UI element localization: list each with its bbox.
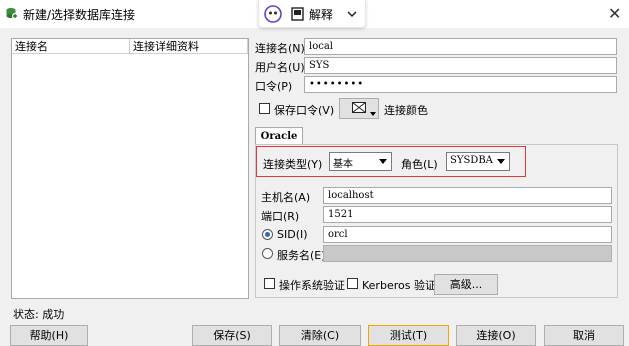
clear-button[interactable]: 清除(C) <box>279 325 361 346</box>
column-header-details[interactable]: 连接详细资料 <box>130 39 248 54</box>
save-password-label: 保存口令(V) <box>274 104 335 117</box>
user-field[interactable]: SYS <box>304 57 617 74</box>
connection-list[interactable]: 连接名 连接详细资料 <box>11 38 249 299</box>
port-field[interactable]: 1521 <box>323 206 612 223</box>
conn-type-value: 基本 <box>333 159 353 170</box>
conn-name-field[interactable]: local <box>304 38 617 55</box>
role-value: SYSDBA <box>450 155 493 166</box>
envelope-icon <box>352 102 366 113</box>
assistant-icon[interactable] <box>264 5 282 23</box>
translate-button[interactable]: 解释 <box>291 5 333 23</box>
service-field <box>323 245 612 262</box>
close-icon[interactable]: ✕ <box>608 4 621 23</box>
conn-type-select[interactable]: 基本 <box>329 152 392 171</box>
cancel-button[interactable]: 取消 <box>544 325 624 346</box>
sid-radio[interactable] <box>262 229 273 240</box>
conn-name-label: 连接名(N) <box>255 42 305 55</box>
sid-field[interactable]: orcl <box>323 226 612 243</box>
chevron-down-icon <box>379 159 387 164</box>
window-title: 新建/选择数据库连接 <box>23 8 136 22</box>
connect-button[interactable]: 连接(O) <box>456 325 536 346</box>
status-text: 状态: 成功 <box>13 308 65 321</box>
color-picker-button[interactable] <box>339 98 379 119</box>
chevron-down-icon <box>497 159 505 164</box>
translate-label: 解释 <box>309 7 334 22</box>
password-field[interactable]: •••••••• <box>304 76 617 93</box>
role-select[interactable]: SYSDBA <box>446 152 510 171</box>
floating-toolbar: 解释 <box>258 0 366 28</box>
service-label: 服务名(E) <box>277 249 326 262</box>
host-label: 主机名(A) <box>261 191 311 204</box>
port-label: 端口(R) <box>261 210 300 223</box>
chevron-down-icon[interactable] <box>347 5 357 23</box>
host-field[interactable]: localhost <box>323 187 612 204</box>
save-password-checkbox[interactable] <box>259 103 270 114</box>
dropdown-arrow-icon <box>370 112 376 116</box>
tab-oracle[interactable]: Oracle <box>255 127 303 145</box>
os-auth-checkbox[interactable] <box>264 278 275 289</box>
kerberos-label: Kerberos 验证 <box>362 279 436 292</box>
book-icon <box>291 7 304 21</box>
conn-type-label: 连接类型(Y) <box>263 158 323 171</box>
os-auth-label: 操作系统验证 <box>279 279 345 292</box>
kerberos-checkbox[interactable] <box>347 278 358 289</box>
service-radio[interactable] <box>262 248 273 259</box>
advanced-button[interactable]: 高级... <box>434 274 498 295</box>
sid-label: SID(I) <box>277 228 308 241</box>
save-button[interactable]: 保存(S) <box>192 325 272 346</box>
test-button[interactable]: 测试(T) <box>368 325 449 346</box>
help-button[interactable]: 帮助(H) <box>10 325 88 346</box>
password-label: 口令(P) <box>255 80 293 93</box>
user-label: 用户名(U) <box>255 61 305 74</box>
role-label: 角色(L) <box>401 158 438 171</box>
column-header-name[interactable]: 连接名 <box>12 39 130 54</box>
color-label: 连接颜色 <box>384 104 428 117</box>
app-icon <box>6 8 18 19</box>
